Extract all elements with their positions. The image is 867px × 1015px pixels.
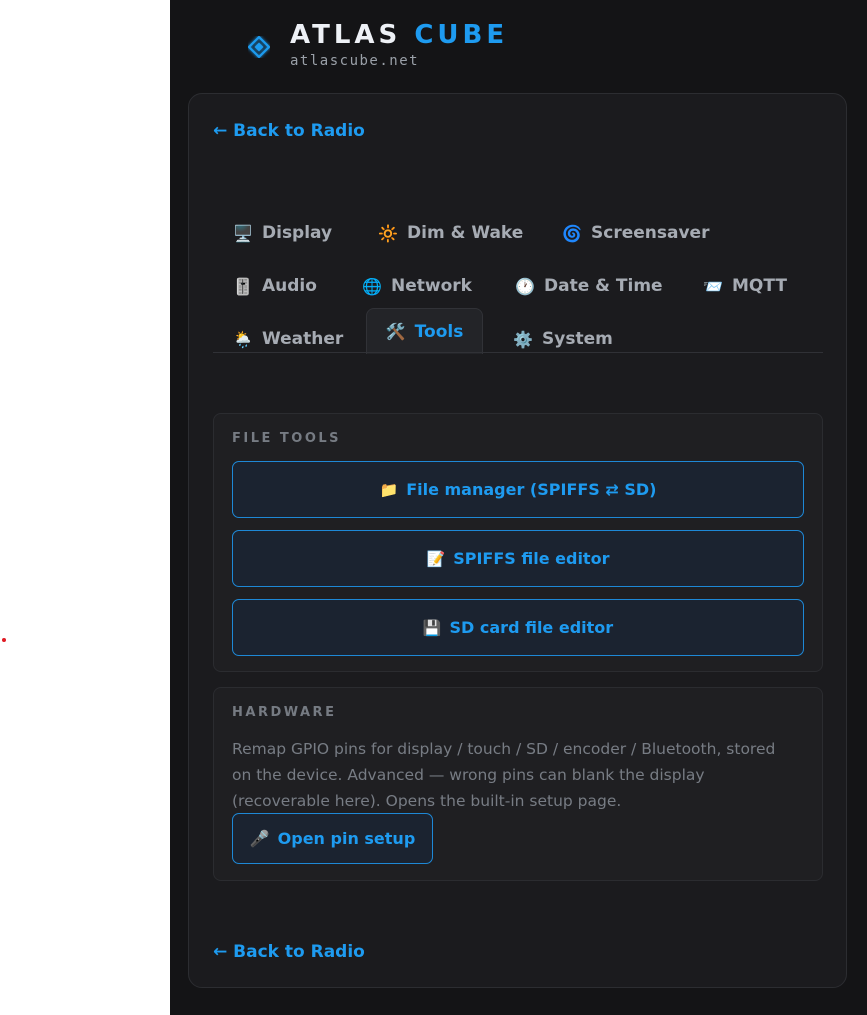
back-to-radio-link-top[interactable]: ← Back to Radio <box>213 121 365 141</box>
tab-tools[interactable]: 🛠️ Tools <box>366 308 483 354</box>
tab-audio[interactable]: 🎚️ Audio <box>213 264 337 308</box>
tab-network[interactable]: 🌐 Network <box>342 264 492 308</box>
sd-card-editor-button[interactable]: 💾 SD card file editor <box>232 599 804 656</box>
audio-slider-icon: 🎚️ <box>233 276 253 296</box>
tab-dim-wake[interactable]: 🔆 Dim & Wake <box>358 211 543 255</box>
tab-system[interactable]: ⚙️ System <box>493 317 633 361</box>
tab-label: Network <box>391 276 472 296</box>
tab-weather[interactable]: 🌦️ Weather <box>213 317 363 361</box>
tab-label: Tools <box>414 321 464 342</box>
settings-card: ← Back to Radio 🖥️ Display 🔆 Dim & Wake … <box>188 93 847 988</box>
floppy-disk-icon: 💾 <box>422 618 442 637</box>
file-manager-button[interactable]: 📁 File manager (SPIFFS ⇄ SD) <box>232 461 804 518</box>
tab-date-time[interactable]: 🕐 Date & Time <box>495 264 683 308</box>
tab-label: Dim & Wake <box>407 223 524 243</box>
hardware-section: HARDWARE Remap GPIO pins for display / t… <box>213 687 823 881</box>
display-icon: 🖥️ <box>233 223 253 243</box>
tab-label: Audio <box>262 276 317 296</box>
envelope-icon: 📨 <box>703 276 723 296</box>
folder-icon: 📁 <box>379 480 399 499</box>
brand-title-accent: CUBE <box>414 20 509 50</box>
button-label: Open pin setup <box>277 829 416 848</box>
tab-screensaver[interactable]: 🌀 Screensaver <box>542 211 729 255</box>
red-dot-marker <box>2 638 6 642</box>
tab-label: System <box>542 329 613 349</box>
button-label: SPIFFS file editor <box>453 549 610 568</box>
tab-label: Weather <box>262 329 344 349</box>
tools-icon: 🛠️ <box>385 322 406 341</box>
pin-icon: 🎤 <box>249 829 270 848</box>
hardware-title: HARDWARE <box>232 705 337 720</box>
tabs-divider <box>213 352 823 353</box>
weather-icon: 🌦️ <box>233 329 253 349</box>
clock-icon: 🕐 <box>515 276 535 296</box>
tab-label: Screensaver <box>591 223 710 243</box>
tab-mqtt[interactable]: 📨 MQTT <box>683 264 807 308</box>
brand-text: ATLAS CUBE atlascube.net <box>290 18 508 70</box>
file-tools-section: FILE TOOLS 📁 File manager (SPIFFS ⇄ SD) … <box>213 413 823 672</box>
settings-panel: ATLAS CUBE atlascube.net ← Back to Radio… <box>170 0 867 1015</box>
diamond-logo-icon <box>248 36 270 58</box>
tab-display[interactable]: 🖥️ Display <box>213 211 352 255</box>
button-label: SD card file editor <box>449 618 614 637</box>
brand-subtitle: atlascube.net <box>290 53 420 69</box>
back-to-radio-link-bottom[interactable]: ← Back to Radio <box>213 942 365 962</box>
brand-title-main: ATLAS <box>290 20 402 50</box>
button-label: File manager (SPIFFS ⇄ SD) <box>406 480 657 499</box>
swirl-icon: 🌀 <box>562 223 582 243</box>
settings-tabs: 🖥️ Display 🔆 Dim & Wake 🌀 Screensaver 🎚️… <box>213 202 823 354</box>
tab-label: Display <box>262 223 333 243</box>
tab-label: Date & Time <box>544 276 663 296</box>
file-tools-title: FILE TOOLS <box>232 431 342 446</box>
brand-title: ATLAS CUBE <box>290 18 508 52</box>
gear-icon: ⚙️ <box>513 329 533 349</box>
memo-icon: 📝 <box>426 549 446 568</box>
spiffs-editor-button[interactable]: 📝 SPIFFS file editor <box>232 530 804 587</box>
hardware-description: Remap GPIO pins for display / touch / SD… <box>232 740 776 810</box>
tab-label: MQTT <box>732 276 787 296</box>
brightness-icon: 🔆 <box>378 223 398 243</box>
open-pin-setup-button[interactable]: 🎤 Open pin setup <box>232 813 433 864</box>
globe-icon: 🌐 <box>362 276 382 296</box>
